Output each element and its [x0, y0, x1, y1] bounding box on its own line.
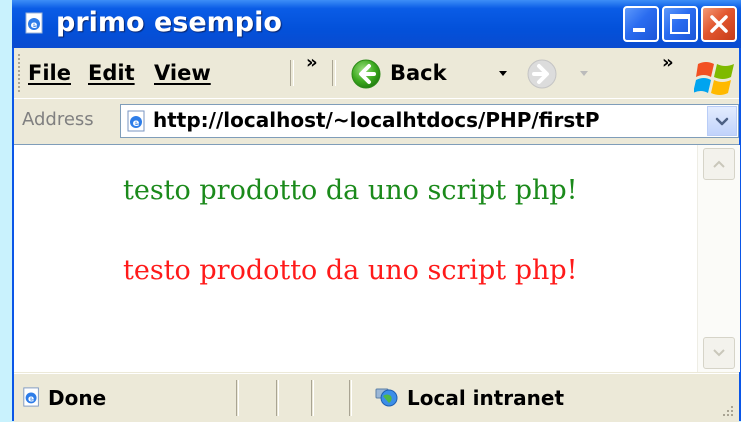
vertical-scrollbar[interactable]	[697, 145, 740, 372]
status-separator	[311, 380, 314, 416]
status-separator	[349, 380, 352, 416]
toolbar-overflow-chevron[interactable]: »	[662, 52, 674, 73]
maximize-button[interactable]	[662, 6, 698, 42]
chevron-down-icon	[713, 349, 725, 357]
chevron-down-icon	[715, 117, 729, 126]
status-separator	[276, 380, 279, 416]
svg-text:e: e	[31, 20, 38, 31]
intranet-globe-icon	[374, 386, 400, 408]
status-bar: e Done Local intranet	[14, 373, 739, 422]
window-client: File Edit View » Back » Address e http:/…	[14, 48, 740, 422]
address-bar: Address e http://localhost/~localhtdocs/…	[14, 99, 739, 143]
address-field[interactable]: e http://localhost/~localhtdocs/PHP/firs…	[120, 104, 739, 138]
toolbar-separator	[332, 60, 336, 86]
security-zone-label: Local intranet	[407, 386, 565, 410]
page-text-green: testo prodotto da uno script php!	[123, 175, 578, 206]
ie-page-icon: e	[22, 387, 42, 407]
menu-toolbar: File Edit View » Back »	[14, 48, 739, 99]
svg-text:e: e	[28, 395, 34, 405]
menu-edit[interactable]: Edit	[88, 61, 135, 85]
forward-dropdown-arrow[interactable]	[580, 71, 588, 76]
address-label: Address	[22, 109, 94, 130]
status-text: Done	[48, 386, 107, 410]
status-separator	[236, 380, 239, 416]
title-bar[interactable]: e primo esempio	[12, 0, 741, 48]
close-button[interactable]	[701, 6, 737, 42]
svg-text:e: e	[133, 118, 140, 129]
back-dropdown-arrow[interactable]	[499, 71, 507, 76]
resize-grip-icon[interactable]	[719, 402, 735, 418]
address-url[interactable]: http://localhost/~localhtdocs/PHP/firstP	[153, 108, 693, 132]
browser-window: e primo esempio File Edit View » Back » …	[12, 0, 741, 422]
chevron-up-icon	[713, 160, 725, 168]
toolbar-grip[interactable]	[18, 54, 24, 92]
scroll-down-button[interactable]	[703, 337, 735, 369]
back-button-label[interactable]: Back	[390, 61, 447, 85]
forward-arrow-icon[interactable]	[526, 58, 558, 90]
address-dropdown-button[interactable]	[707, 106, 737, 136]
windows-logo-icon	[694, 58, 738, 96]
menu-file[interactable]: File	[28, 61, 71, 85]
page-content: testo prodotto da uno script php! testo …	[14, 144, 740, 372]
menu-separator	[290, 60, 294, 86]
menu-view[interactable]: View	[154, 61, 211, 85]
back-arrow-icon[interactable]	[350, 58, 382, 90]
ie-page-icon: e	[126, 110, 148, 132]
ie-page-icon: e	[24, 12, 46, 34]
window-title: primo esempio	[56, 7, 282, 38]
minimize-button[interactable]	[623, 6, 659, 42]
menu-overflow-chevron[interactable]: »	[306, 52, 318, 73]
scroll-up-button[interactable]	[703, 148, 735, 180]
page-text-red: testo prodotto da uno script php!	[123, 255, 578, 286]
